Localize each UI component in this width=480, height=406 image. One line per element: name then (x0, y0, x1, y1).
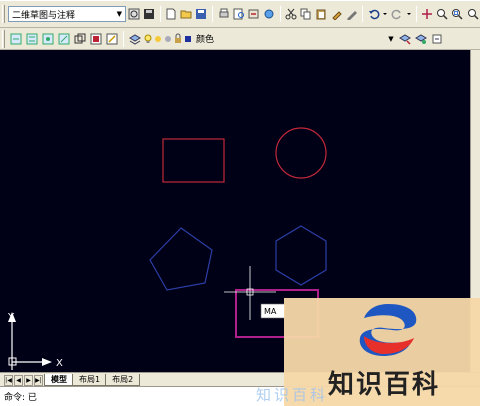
layer-icon-6[interactable] (89, 32, 103, 46)
command-prompt: 命令: 已 (4, 393, 37, 403)
zoom-window-icon[interactable] (451, 7, 464, 21)
toolbar-separator (211, 6, 213, 22)
plot-preview-icon[interactable] (232, 7, 245, 21)
pan-icon[interactable] (421, 7, 434, 21)
new-file-icon[interactable] (165, 7, 178, 21)
layer-icon-4[interactable] (57, 32, 71, 46)
cut-icon[interactable] (285, 7, 298, 21)
red-circle[interactable] (275, 127, 327, 179)
match-properties-icon[interactable] (330, 7, 343, 21)
axis-y-label: Y (7, 312, 15, 323)
save-icon[interactable] (195, 7, 208, 21)
layer-states-icon[interactable] (430, 32, 444, 46)
layer-icon-3[interactable] (41, 32, 55, 46)
open-file-icon[interactable] (180, 7, 193, 21)
plot-icon[interactable] (217, 7, 230, 21)
cad-window: 二维草图与注释 ▼ 颜色 ▼ Y X MA |◀ ◀ ▶ ▶| 模型 布局1 布… (0, 0, 480, 406)
chevron-down-icon[interactable]: ▼ (385, 32, 397, 46)
chevron-down-icon[interactable] (382, 7, 388, 21)
toolbar-grip[interactable] (2, 29, 5, 48)
layer-select[interactable]: 颜色 ▼ (193, 31, 397, 47)
tooltip-text: MA (264, 307, 277, 316)
layers-toolbar: 颜色 ▼ (0, 28, 480, 50)
make-current-icon[interactable] (398, 32, 412, 46)
paste-icon[interactable] (315, 7, 328, 21)
layer-manager-icon[interactable] (128, 32, 142, 46)
copy-icon[interactable] (300, 7, 313, 21)
chevron-down-icon[interactable]: ▼ (113, 7, 125, 21)
publish-icon[interactable] (247, 7, 260, 21)
toolbar-separator (123, 30, 124, 47)
tab-layout2[interactable]: 布局2 (105, 374, 141, 386)
workspace-select[interactable]: 二维草图与注释 ▼ (7, 6, 127, 22)
toolbar-separator (279, 6, 281, 22)
sun-icon[interactable] (154, 32, 162, 46)
standard-toolbar: 二维草图与注释 ▼ (0, 0, 480, 28)
tab-next-icon[interactable]: ▶ (24, 375, 33, 386)
tab-model[interactable]: 模型 (44, 374, 74, 386)
lightbulb-icon[interactable] (144, 32, 152, 46)
layer-icon-1[interactable] (9, 32, 23, 46)
undo-icon[interactable] (367, 7, 380, 21)
toolbar-separator (415, 6, 417, 22)
redo-icon[interactable] (390, 7, 403, 21)
layer-icon-2[interactable] (25, 32, 39, 46)
color-swatch-icon (184, 32, 192, 46)
watermark-text: 知识百科 (328, 370, 441, 400)
block-editor-icon[interactable] (345, 7, 358, 21)
etransmit-icon[interactable] (262, 7, 275, 21)
red-rectangle[interactable] (162, 138, 225, 183)
watermark-faded-text: 知识百科 (256, 386, 329, 404)
tab-prev-icon[interactable]: ◀ (14, 375, 23, 386)
tab-last-icon[interactable]: ▶| (34, 375, 43, 386)
tab-first-icon[interactable]: |◀ (4, 375, 13, 386)
watermark-logo-icon (359, 304, 417, 356)
workspace-select-value: 二维草图与注释 (11, 10, 75, 21)
layer-select-value: 颜色 (196, 35, 215, 45)
toolbar-grip[interactable] (2, 5, 5, 23)
tab-layout1[interactable]: 布局1 (72, 374, 108, 386)
cursor-tooltip: MA (260, 303, 286, 319)
chevron-down-icon[interactable] (406, 7, 412, 21)
axis-x-label: X (56, 358, 63, 369)
layer-previous-icon[interactable] (414, 32, 428, 46)
zoom-realtime-icon[interactable] (436, 7, 449, 21)
ucs-icon: Y X (7, 312, 63, 370)
lock-icon[interactable] (174, 32, 182, 46)
freeze-icon[interactable] (164, 32, 172, 46)
blue-pentagon[interactable] (149, 227, 213, 291)
toolbar-separator (159, 6, 161, 22)
workspace-settings-icon[interactable] (127, 7, 140, 21)
blue-hexagon[interactable] (275, 225, 327, 286)
toolbar-separator (362, 6, 364, 22)
layer-icon-5[interactable] (73, 32, 87, 46)
zoom-previous-icon[interactable] (466, 7, 479, 21)
workspace-save-icon[interactable] (142, 7, 155, 21)
layer-icon-7[interactable] (105, 32, 119, 46)
